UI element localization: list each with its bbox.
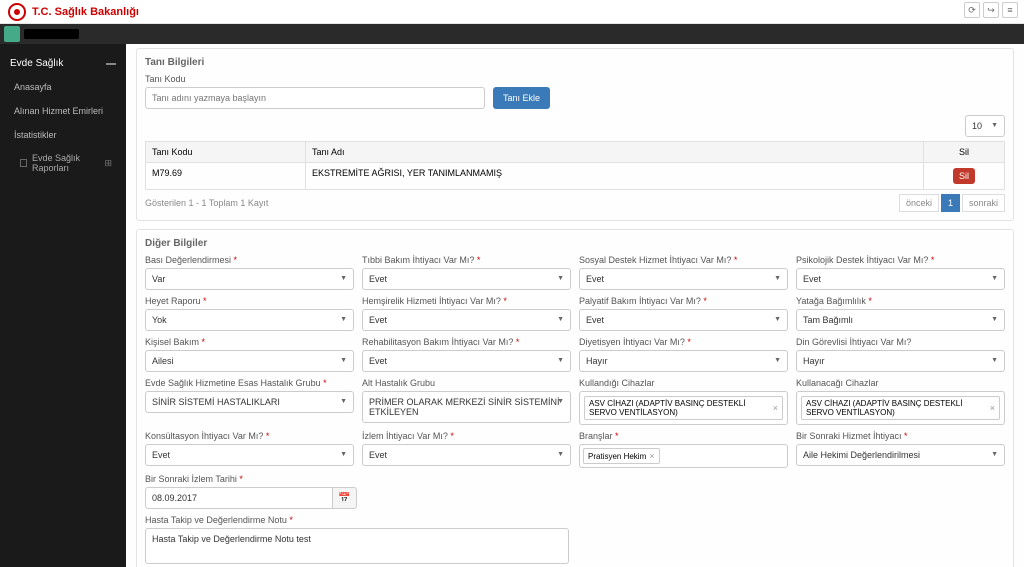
rehab-select[interactable]: Evet xyxy=(362,350,571,372)
prev-page[interactable]: önceki xyxy=(899,194,939,212)
hamburger-button[interactable]: ≡ xyxy=(1002,2,1018,18)
tarih-input[interactable] xyxy=(145,487,333,509)
remove-chip-icon[interactable]: × xyxy=(990,403,995,413)
user-name-redacted xyxy=(24,29,79,39)
sosyal-select[interactable]: Evet xyxy=(579,268,788,290)
kullanacagi-multi[interactable]: ASV CİHAZI (ADAPTİV BASINÇ DESTEKLİ SERV… xyxy=(796,391,1005,425)
exit-button[interactable]: ↪ xyxy=(983,2,999,18)
collapse-icon xyxy=(106,63,116,65)
izlem-select[interactable]: Evet xyxy=(362,444,571,466)
din-select[interactable]: Hayır xyxy=(796,350,1005,372)
kisisel-select[interactable]: Ailesi xyxy=(145,350,354,372)
kullandigi-multi[interactable]: ASV CİHAZI (ADAPTİV BASINÇ DESTEKLİ SERV… xyxy=(579,391,788,425)
pagination: önceki 1 sonraki xyxy=(899,194,1005,212)
ministry-logo-icon xyxy=(8,3,26,21)
remove-chip-icon[interactable]: × xyxy=(773,403,778,413)
psiko-select[interactable]: Evet xyxy=(796,268,1005,290)
content-area: Tanı Bilgileri Tanı Kodu Tanı Ekle 10 Ta… xyxy=(126,44,1024,567)
page-1[interactable]: 1 xyxy=(941,194,960,212)
refresh-button[interactable]: ⟳ xyxy=(964,2,980,18)
tani-ekle-button[interactable]: Tanı Ekle xyxy=(493,87,550,109)
sidebar-section-evde-saglik[interactable]: Evde Sağlık xyxy=(0,52,126,75)
alt-select[interactable]: PRİMER OLARAK MERKEZİ SİNİR SİSTEMİNİ ET… xyxy=(362,391,571,423)
brans-multi[interactable]: Pratisyen Hekim× xyxy=(579,444,788,468)
next-page[interactable]: sonraki xyxy=(962,194,1005,212)
table-row: M79.69 EKSTREMİTE AĞRISI, YER TANIMLANMA… xyxy=(145,162,1005,190)
heyet-select[interactable]: Yok xyxy=(145,309,354,331)
sidebar-item-hizmet-emirleri[interactable]: Alınan Hizmet Emirleri xyxy=(0,99,126,123)
remove-chip-icon[interactable]: × xyxy=(649,451,654,461)
hemsire-select[interactable]: Evet xyxy=(362,309,571,331)
panel-tani-bilgileri: Tanı Bilgileri Tanı Kodu Tanı Ekle 10 Ta… xyxy=(136,48,1014,221)
konsul-select[interactable]: Evet xyxy=(145,444,354,466)
basi-select[interactable]: Var xyxy=(145,268,354,290)
tibbi-select[interactable]: Evet xyxy=(362,268,571,290)
sidebar-item-istatistikler[interactable]: İstatistikler xyxy=(0,123,126,147)
panel-diger-bilgiler: Diğer Bilgiler Bası DeğerlendirmesiVar T… xyxy=(136,229,1014,567)
expand-icon: ⊞ xyxy=(104,158,112,169)
calendar-icon[interactable]: 📅 xyxy=(333,487,357,509)
th-sil: Sil xyxy=(924,142,1004,162)
panel-title: Tanı Bilgileri xyxy=(145,57,1005,68)
palyatif-select[interactable]: Evet xyxy=(579,309,788,331)
tani-kodu-label: Tanı Kodu xyxy=(145,74,1005,84)
cell-code: M79.69 xyxy=(146,163,306,189)
avatar xyxy=(4,26,20,42)
yataga-select[interactable]: Tam Bağımlı xyxy=(796,309,1005,331)
page-size-select[interactable]: 10 xyxy=(965,115,1005,137)
user-bar xyxy=(0,24,1024,44)
ministry-title: T.C. Sağlık Bakanlığı xyxy=(32,6,139,18)
th-adi[interactable]: Tanı Adı xyxy=(306,142,924,162)
sidebar-item-raporlari[interactable]: Evde Sağlık Raporları ⊞ xyxy=(0,147,126,179)
table-summary: Gösterilen 1 - 1 Toplam 1 Kayıt xyxy=(145,198,268,208)
th-kodu[interactable]: Tanı Kodu xyxy=(146,142,306,162)
diyet-select[interactable]: Hayır xyxy=(579,350,788,372)
tani-table: Tanı Kodu Tanı Adı Sil M79.69 EKSTREMİTE… xyxy=(145,141,1005,190)
top-bar: T.C. Sağlık Bakanlığı ⟳ ↪ ≡ xyxy=(0,0,1024,24)
report-icon xyxy=(20,159,27,167)
delete-button[interactable]: Sil xyxy=(953,168,975,184)
sidebar-item-anasayfa[interactable]: Anasayfa xyxy=(0,75,126,99)
sidebar: Evde Sağlık Anasayfa Alınan Hizmet Emirl… xyxy=(0,44,126,567)
notu-textarea[interactable] xyxy=(145,528,569,564)
sonraki-select[interactable]: Aile Hekimi Değerlendirilmesi xyxy=(796,444,1005,466)
tani-kodu-input[interactable] xyxy=(145,87,485,109)
cell-name: EKSTREMİTE AĞRISI, YER TANIMLANMAMIŞ xyxy=(306,163,924,189)
esas-select[interactable]: SİNİR SİSTEMİ HASTALIKLARI xyxy=(145,391,354,413)
